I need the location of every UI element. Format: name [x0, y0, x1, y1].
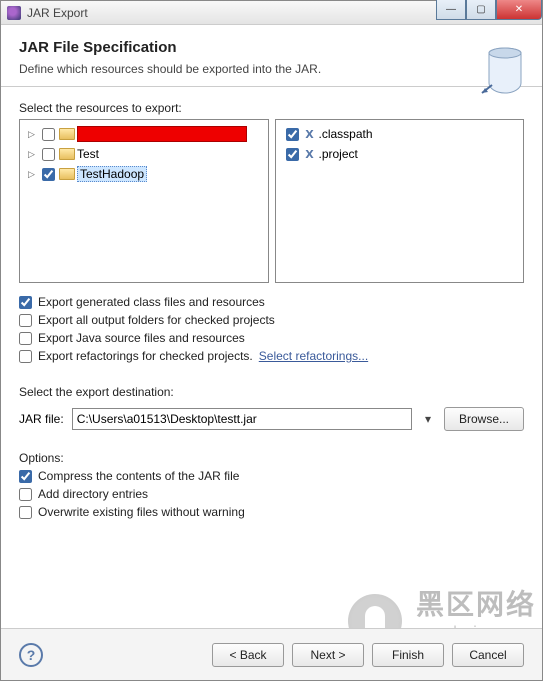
file-label: .project	[319, 147, 358, 161]
export-option-label: Export generated class files and resourc…	[38, 295, 265, 309]
wizard-footer: ? < Back Next > Finish Cancel	[1, 628, 542, 680]
page-subtitle: Define which resources should be exporte…	[19, 62, 524, 76]
tree-row[interactable]: ▷ TestHadoop	[22, 164, 266, 184]
tree-checkbox[interactable]	[42, 128, 55, 141]
wizard-content: Select the resources to export: ▷ ▷ Test…	[1, 87, 542, 537]
expander-icon[interactable]: ▷	[28, 169, 38, 180]
tree-row[interactable]: ▷	[22, 124, 266, 144]
tree-label: Test	[77, 147, 99, 161]
export-option-label: Export refactorings for checked projects…	[38, 349, 253, 363]
export-option-row[interactable]: Export refactorings for checked projects…	[19, 349, 524, 363]
export-output-folders-checkbox[interactable]	[19, 314, 32, 327]
watermark-text: 黑区网络	[410, 583, 536, 623]
list-item[interactable]: .classpath	[278, 124, 522, 144]
resource-panes: ▷ ▷ Test ▷ TestHadoop .clas	[19, 119, 524, 283]
export-generated-checkbox[interactable]	[19, 296, 32, 309]
export-option-row[interactable]: Export generated class files and resourc…	[19, 295, 524, 309]
close-button[interactable]: ✕	[496, 0, 542, 20]
overwrite-checkbox[interactable]	[19, 506, 32, 519]
destination-label: Select the export destination:	[19, 385, 524, 399]
app-icon	[7, 6, 21, 20]
browse-button[interactable]: Browse...	[444, 407, 524, 431]
folder-icon	[59, 128, 75, 140]
option-row[interactable]: Compress the contents of the JAR file	[19, 469, 524, 483]
option-row[interactable]: Add directory entries	[19, 487, 524, 501]
next-button[interactable]: Next >	[292, 643, 364, 667]
expander-icon[interactable]: ▷	[28, 129, 38, 140]
option-label: Compress the contents of the JAR file	[38, 469, 239, 483]
page-title: JAR File Specification	[19, 39, 524, 56]
export-refactorings-checkbox[interactable]	[19, 350, 32, 363]
options-section: Options: Compress the contents of the JA…	[19, 451, 524, 519]
file-checkbox[interactable]	[286, 148, 299, 161]
select-refactorings-link[interactable]: Select refactorings...	[259, 349, 368, 363]
export-option-label: Export Java source files and resources	[38, 331, 245, 345]
tree-row[interactable]: ▷ Test	[22, 144, 266, 164]
export-option-row[interactable]: Export all output folders for checked pr…	[19, 313, 524, 327]
window-controls: — ▢ ✕	[436, 0, 542, 20]
jar-file-input[interactable]	[72, 408, 412, 430]
cancel-button[interactable]: Cancel	[452, 643, 524, 667]
tree-checkbox[interactable]	[42, 148, 55, 161]
list-item[interactable]: .project	[278, 144, 522, 164]
destination-section: Select the export destination: JAR file:…	[19, 385, 524, 431]
jar-icon	[480, 43, 530, 99]
file-checkbox[interactable]	[286, 128, 299, 141]
option-label: Overwrite existing files without warning	[38, 505, 245, 519]
resources-label: Select the resources to export:	[19, 101, 524, 115]
compress-checkbox[interactable]	[19, 470, 32, 483]
tree-label: TestHadoop	[77, 166, 147, 182]
folder-icon	[59, 168, 75, 180]
back-button[interactable]: < Back	[212, 643, 284, 667]
files-list[interactable]: .classpath .project	[275, 119, 525, 283]
option-label: Add directory entries	[38, 487, 148, 501]
jar-file-label: JAR file:	[19, 412, 64, 426]
export-source-checkbox[interactable]	[19, 332, 32, 345]
window-title: JAR Export	[27, 6, 88, 20]
destination-row: JAR file: ▾ Browse...	[19, 407, 524, 431]
options-label: Options:	[19, 451, 524, 465]
finish-button[interactable]: Finish	[372, 643, 444, 667]
file-label: .classpath	[319, 127, 373, 141]
wizard-header: JAR File Specification Define which reso…	[1, 25, 542, 87]
titlebar: JAR Export — ▢ ✕	[1, 1, 542, 25]
tree-checkbox[interactable]	[42, 168, 55, 181]
directory-entries-checkbox[interactable]	[19, 488, 32, 501]
tree-label-redacted	[77, 126, 247, 142]
file-icon	[303, 128, 317, 141]
folder-icon	[59, 148, 75, 160]
export-option-label: Export all output folders for checked pr…	[38, 313, 275, 327]
maximize-button[interactable]: ▢	[466, 0, 496, 20]
option-row[interactable]: Overwrite existing files without warning	[19, 505, 524, 519]
minimize-button[interactable]: —	[436, 0, 466, 20]
expander-icon[interactable]: ▷	[28, 149, 38, 160]
help-button[interactable]: ?	[19, 643, 43, 667]
projects-tree[interactable]: ▷ ▷ Test ▷ TestHadoop	[19, 119, 269, 283]
export-option-row[interactable]: Export Java source files and resources	[19, 331, 524, 345]
dropdown-icon[interactable]: ▾	[420, 412, 436, 426]
file-icon	[303, 148, 317, 161]
